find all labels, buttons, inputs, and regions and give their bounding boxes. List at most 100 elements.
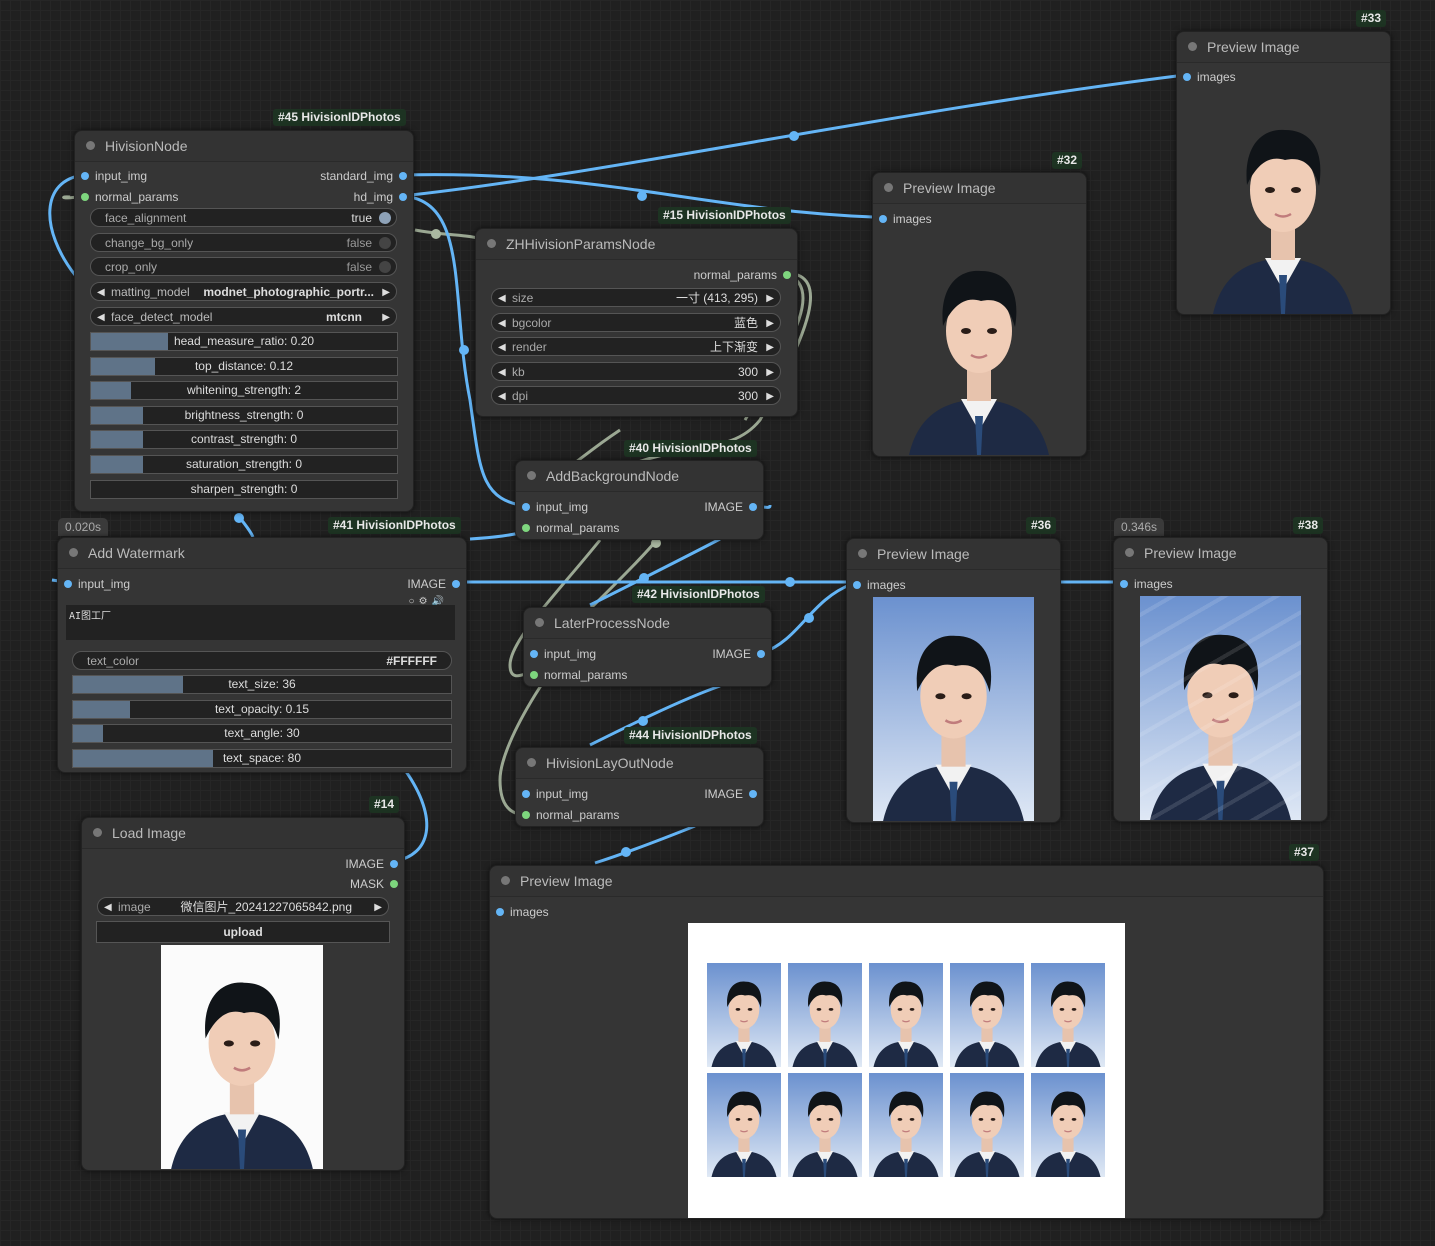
- input-slot-dot-icon[interactable]: [522, 811, 530, 819]
- slider-widget[interactable]: whitening_strength: 2: [90, 381, 398, 401]
- slider-widget[interactable]: text_space: 80: [72, 748, 452, 768]
- watermark-node[interactable]: Add Watermark input_img IMAGE ○⚙🔊 text_c…: [57, 537, 467, 773]
- input-slot-dot-icon[interactable]: [853, 581, 861, 589]
- slider-widget[interactable]: head_measure_ratio: 0.20: [90, 332, 398, 351]
- node-title-bar[interactable]: Add Watermark: [58, 538, 466, 569]
- output-slot-dot-icon[interactable]: [749, 790, 757, 798]
- arrow-left-icon[interactable]: ◀: [498, 338, 506, 357]
- collapse-dot-icon[interactable]: [858, 549, 867, 558]
- arrow-left-icon[interactable]: ◀: [498, 387, 506, 406]
- arrow-right-icon[interactable]: ▶: [766, 289, 774, 308]
- combo-widget[interactable]: ◀ kb 300 ▶: [491, 361, 781, 382]
- upload-button[interactable]: upload: [96, 921, 390, 943]
- watermark-text-input[interactable]: [66, 605, 455, 640]
- preview-node-38[interactable]: Preview Image images: [1113, 537, 1328, 822]
- input-slot-dot-icon[interactable]: [530, 650, 538, 658]
- combo-widget[interactable]: ◀ size 一寸 (413, 295) ▶: [491, 288, 781, 307]
- combo-widget[interactable]: ◀ render 上下渐变 ▶: [491, 337, 781, 356]
- collapse-dot-icon[interactable]: [535, 618, 544, 627]
- node-title-bar[interactable]: Preview Image: [1114, 538, 1327, 569]
- slider-widget[interactable]: contrast_strength: 0: [90, 430, 398, 450]
- input-slot-dot-icon[interactable]: [530, 671, 538, 679]
- node-title-bar[interactable]: Preview Image: [873, 173, 1086, 204]
- node-title-bar[interactable]: HivisionLayOutNode: [516, 748, 763, 779]
- combo-widget[interactable]: ◀ dpi 300 ▶: [491, 386, 781, 405]
- arrow-left-icon[interactable]: ◀: [498, 289, 506, 308]
- collapse-dot-icon[interactable]: [93, 828, 102, 837]
- preview-node-32[interactable]: Preview Image images: [872, 172, 1087, 457]
- combo-widget[interactable]: ◀ bgcolor 蓝色 ▶: [491, 312, 781, 333]
- node-title-bar[interactable]: Load Image: [82, 818, 404, 849]
- output-slot-dot-icon[interactable]: [452, 580, 460, 588]
- input-slot-dot-icon[interactable]: [81, 193, 89, 201]
- collapse-dot-icon[interactable]: [487, 239, 496, 248]
- input-slot-dot-icon[interactable]: [522, 503, 530, 511]
- node-title-bar[interactable]: AddBackgroundNode: [516, 461, 763, 492]
- output-slot-dot-icon[interactable]: [399, 193, 407, 201]
- input-slot-dot-icon[interactable]: [522, 790, 530, 798]
- input-slot-dot-icon[interactable]: [81, 172, 89, 180]
- arrow-left-icon[interactable]: ◀: [104, 898, 112, 917]
- toggle-face-alignment[interactable]: face_alignment true: [90, 208, 397, 227]
- node-title-bar[interactable]: Preview Image: [847, 539, 1060, 570]
- output-slot-dot-icon[interactable]: [399, 172, 407, 180]
- arrow-left-icon[interactable]: ◀: [97, 308, 105, 327]
- later-process-node[interactable]: LaterProcessNode input_img normal_params…: [523, 607, 772, 687]
- preview-node-36[interactable]: Preview Image images: [846, 538, 1061, 823]
- arrow-right-icon[interactable]: ▶: [382, 308, 390, 327]
- arrow-right-icon[interactable]: ▶: [374, 898, 382, 917]
- collapse-dot-icon[interactable]: [1188, 42, 1197, 51]
- slider-widget[interactable]: text_size: 36: [72, 675, 452, 694]
- node-title-bar[interactable]: LaterProcessNode: [524, 608, 771, 639]
- slider-widget[interactable]: top_distance: 0.12: [90, 356, 398, 376]
- collapse-dot-icon[interactable]: [501, 876, 510, 885]
- add-background-node[interactable]: AddBackgroundNode input_img normal_param…: [515, 460, 764, 540]
- arrow-right-icon[interactable]: ▶: [766, 363, 774, 382]
- load-image-node[interactable]: Load Image IMAGE MASK ◀ image 微信图片_20241…: [81, 817, 405, 1171]
- preview-node-37[interactable]: Preview Image images: [489, 865, 1324, 1219]
- preview-node-33[interactable]: Preview Image images: [1176, 31, 1391, 315]
- collapse-dot-icon[interactable]: [86, 141, 95, 150]
- arrow-right-icon[interactable]: ▶: [382, 283, 390, 302]
- arrow-left-icon[interactable]: ◀: [498, 314, 506, 333]
- input-slot-dot-icon[interactable]: [1120, 580, 1128, 588]
- node-title-bar[interactable]: ZHHivisionParamsNode: [476, 229, 797, 260]
- collapse-dot-icon[interactable]: [69, 548, 78, 557]
- input-slot-dot-icon[interactable]: [879, 215, 887, 223]
- collapse-dot-icon[interactable]: [527, 758, 536, 767]
- node-title-bar[interactable]: Preview Image: [490, 866, 1323, 897]
- toggle-change-bg-only[interactable]: change_bg_only false: [90, 233, 397, 252]
- output-slot-dot-icon[interactable]: [390, 860, 398, 868]
- input-slot-dot-icon[interactable]: [496, 908, 504, 916]
- slider-widget[interactable]: text_opacity: 0.15: [72, 699, 452, 719]
- arrow-right-icon[interactable]: ▶: [766, 387, 774, 406]
- collapse-dot-icon[interactable]: [884, 183, 893, 192]
- slider-widget[interactable]: sharpen_strength: 0: [90, 479, 398, 499]
- node-title-bar[interactable]: Preview Image: [1177, 32, 1390, 63]
- output-slot-dot-icon[interactable]: [757, 650, 765, 658]
- output-slot-dot-icon[interactable]: [749, 503, 757, 511]
- text-color-field[interactable]: text_color #FFFFFF: [72, 651, 452, 670]
- image-file-combo[interactable]: ◀ image 微信图片_20241227065842.png ▶: [97, 897, 389, 916]
- node-title-bar[interactable]: HivisionNode: [75, 131, 413, 162]
- slider-widget[interactable]: saturation_strength: 0: [90, 455, 398, 474]
- combo-matting-model[interactable]: ◀ matting_model modnet_photographic_port…: [90, 282, 397, 301]
- output-slot-dot-icon[interactable]: [783, 271, 791, 279]
- hivision-node[interactable]: HivisionNode input_img normal_params sta…: [74, 130, 414, 512]
- combo-face-detect-model[interactable]: ◀ face_detect_model mtcnn ▶: [90, 307, 397, 326]
- input-slot-dot-icon[interactable]: [522, 524, 530, 532]
- arrow-left-icon[interactable]: ◀: [498, 363, 506, 382]
- slider-widget[interactable]: text_angle: 30: [72, 724, 452, 744]
- arrow-right-icon[interactable]: ▶: [766, 338, 774, 357]
- slider-widget[interactable]: brightness_strength: 0: [90, 405, 398, 425]
- collapse-dot-icon[interactable]: [1125, 548, 1134, 557]
- output-slot-dot-icon[interactable]: [390, 880, 398, 888]
- params-node[interactable]: ZHHivisionParamsNode normal_params ◀ size…: [475, 228, 798, 417]
- arrow-left-icon[interactable]: ◀: [97, 283, 105, 302]
- toggle-crop-only[interactable]: crop_only false: [90, 257, 397, 276]
- layout-node[interactable]: HivisionLayOutNode input_img normal_para…: [515, 747, 764, 827]
- input-slot-dot-icon[interactable]: [1183, 73, 1191, 81]
- input-slot-dot-icon[interactable]: [64, 580, 72, 588]
- arrow-right-icon[interactable]: ▶: [766, 314, 774, 333]
- collapse-dot-icon[interactable]: [527, 471, 536, 480]
